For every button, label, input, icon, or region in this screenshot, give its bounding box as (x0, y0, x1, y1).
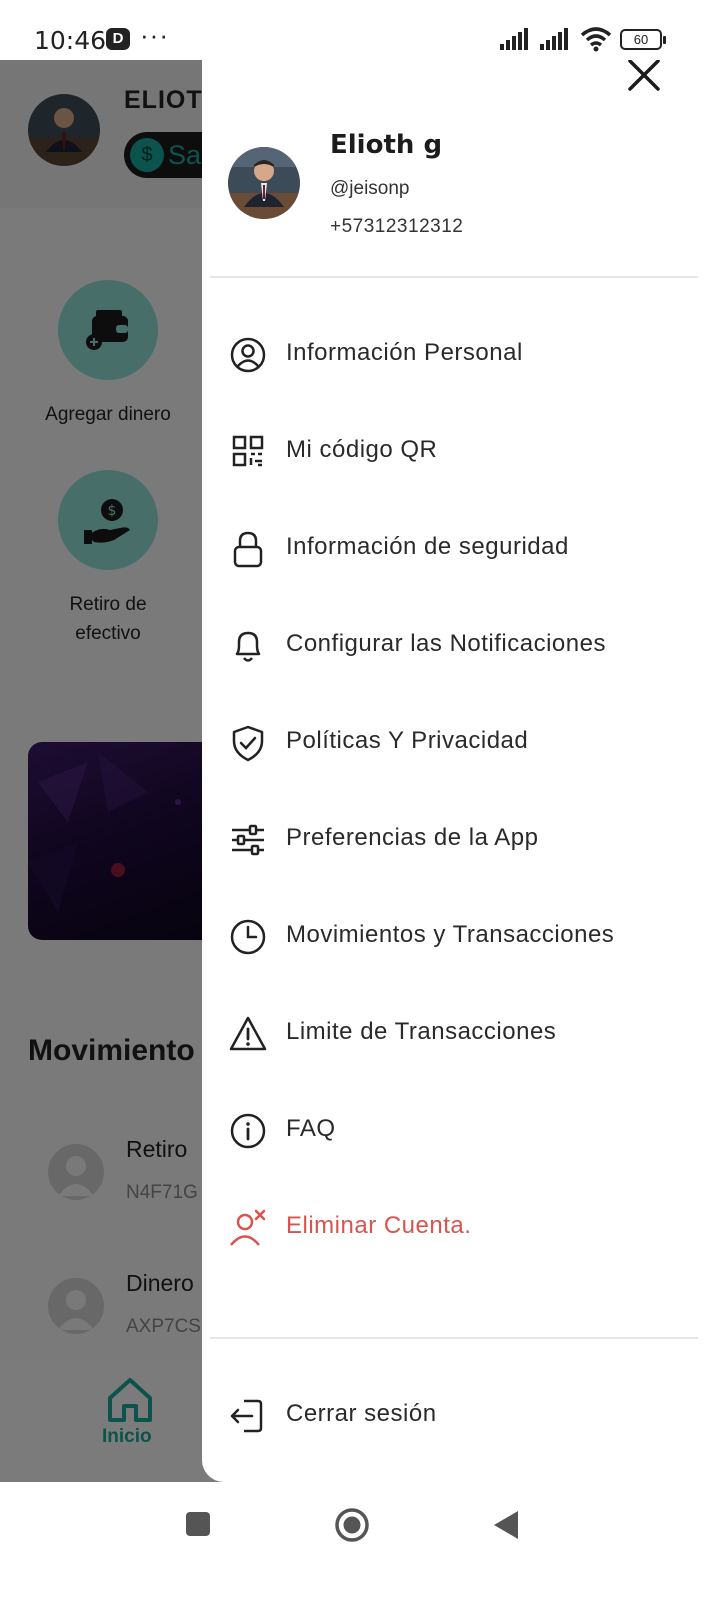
logout-label: Cerrar sesión (286, 1400, 437, 1427)
menu-item-label: FAQ (286, 1115, 336, 1142)
menu-item-label: Configurar las Notificaciones (286, 630, 606, 657)
menu-item-label: Políticas Y Privacidad (286, 727, 529, 754)
status-bar: 10:46 D ··· 60 (0, 0, 720, 60)
menu-item-label: Información Personal (286, 339, 523, 366)
status-time: 10:46 (34, 26, 107, 55)
menu-item-label: Movimientos y Transacciones (286, 921, 615, 948)
user-circle-icon (230, 337, 266, 373)
signal-icon-2 (540, 28, 568, 50)
menu-item-delete-account[interactable]: Eliminar Cuenta. (228, 1196, 698, 1256)
divider (210, 276, 698, 278)
profile-username: @jeisonp (330, 178, 410, 199)
menu-item-privacy-policy[interactable]: Políticas Y Privacidad (228, 711, 698, 771)
delete-user-icon (230, 1209, 266, 1246)
warning-icon (229, 1016, 267, 1051)
menu-item-label: Preferencias de la App (286, 824, 539, 851)
menu-item-qr-code[interactable]: Mi código QR (228, 420, 698, 480)
menu-item-security-info[interactable]: Información de seguridad (228, 517, 698, 577)
lock-icon (233, 531, 263, 568)
system-navigation-bar (0, 1482, 720, 1600)
sliders-icon (232, 824, 264, 856)
close-icon[interactable] (622, 60, 666, 92)
shield-check-icon (232, 725, 264, 762)
menu-item-transaction-limit[interactable]: Limite de Transacciones (228, 1002, 698, 1062)
info-icon (230, 1113, 266, 1149)
clock-icon (230, 919, 266, 955)
menu-item-label: Mi código QR (286, 436, 438, 463)
menu-item-app-preferences[interactable]: Preferencias de la App (228, 808, 698, 868)
menu-item-notifications[interactable]: Configurar las Notificaciones (228, 614, 698, 674)
menu-item-transactions[interactable]: Movimientos y Transacciones (228, 905, 698, 965)
logout-button[interactable]: Cerrar sesión (228, 1384, 698, 1444)
signal-icon (500, 28, 528, 50)
menu-item-label: Información de seguridad (286, 533, 569, 560)
divider (210, 1337, 698, 1339)
profile-phone: +57312312312 (330, 216, 464, 237)
more-notifications-icon: ··· (140, 20, 169, 50)
qr-code-icon (232, 435, 264, 467)
menu-item-label: Limite de Transacciones (286, 1018, 557, 1045)
logout-icon (230, 1399, 263, 1433)
battery-icon: 60 (620, 29, 666, 50)
home-button-icon[interactable] (334, 1507, 370, 1543)
wifi-icon (580, 27, 612, 52)
menu-item-faq[interactable]: FAQ (228, 1099, 698, 1159)
back-button-icon[interactable] (492, 1509, 520, 1541)
profile-avatar (228, 147, 300, 219)
profile-name: Elioth g (330, 130, 443, 160)
bell-icon (235, 631, 261, 662)
side-drawer: Elioth g @jeisonp +57312312312 Informaci… (202, 60, 720, 1482)
menu-item-personal-info[interactable]: Información Personal (228, 323, 698, 383)
recents-button-icon[interactable] (184, 1510, 212, 1538)
app-notification-icon: D (106, 28, 130, 50)
menu-item-label: Eliminar Cuenta. (286, 1212, 472, 1239)
